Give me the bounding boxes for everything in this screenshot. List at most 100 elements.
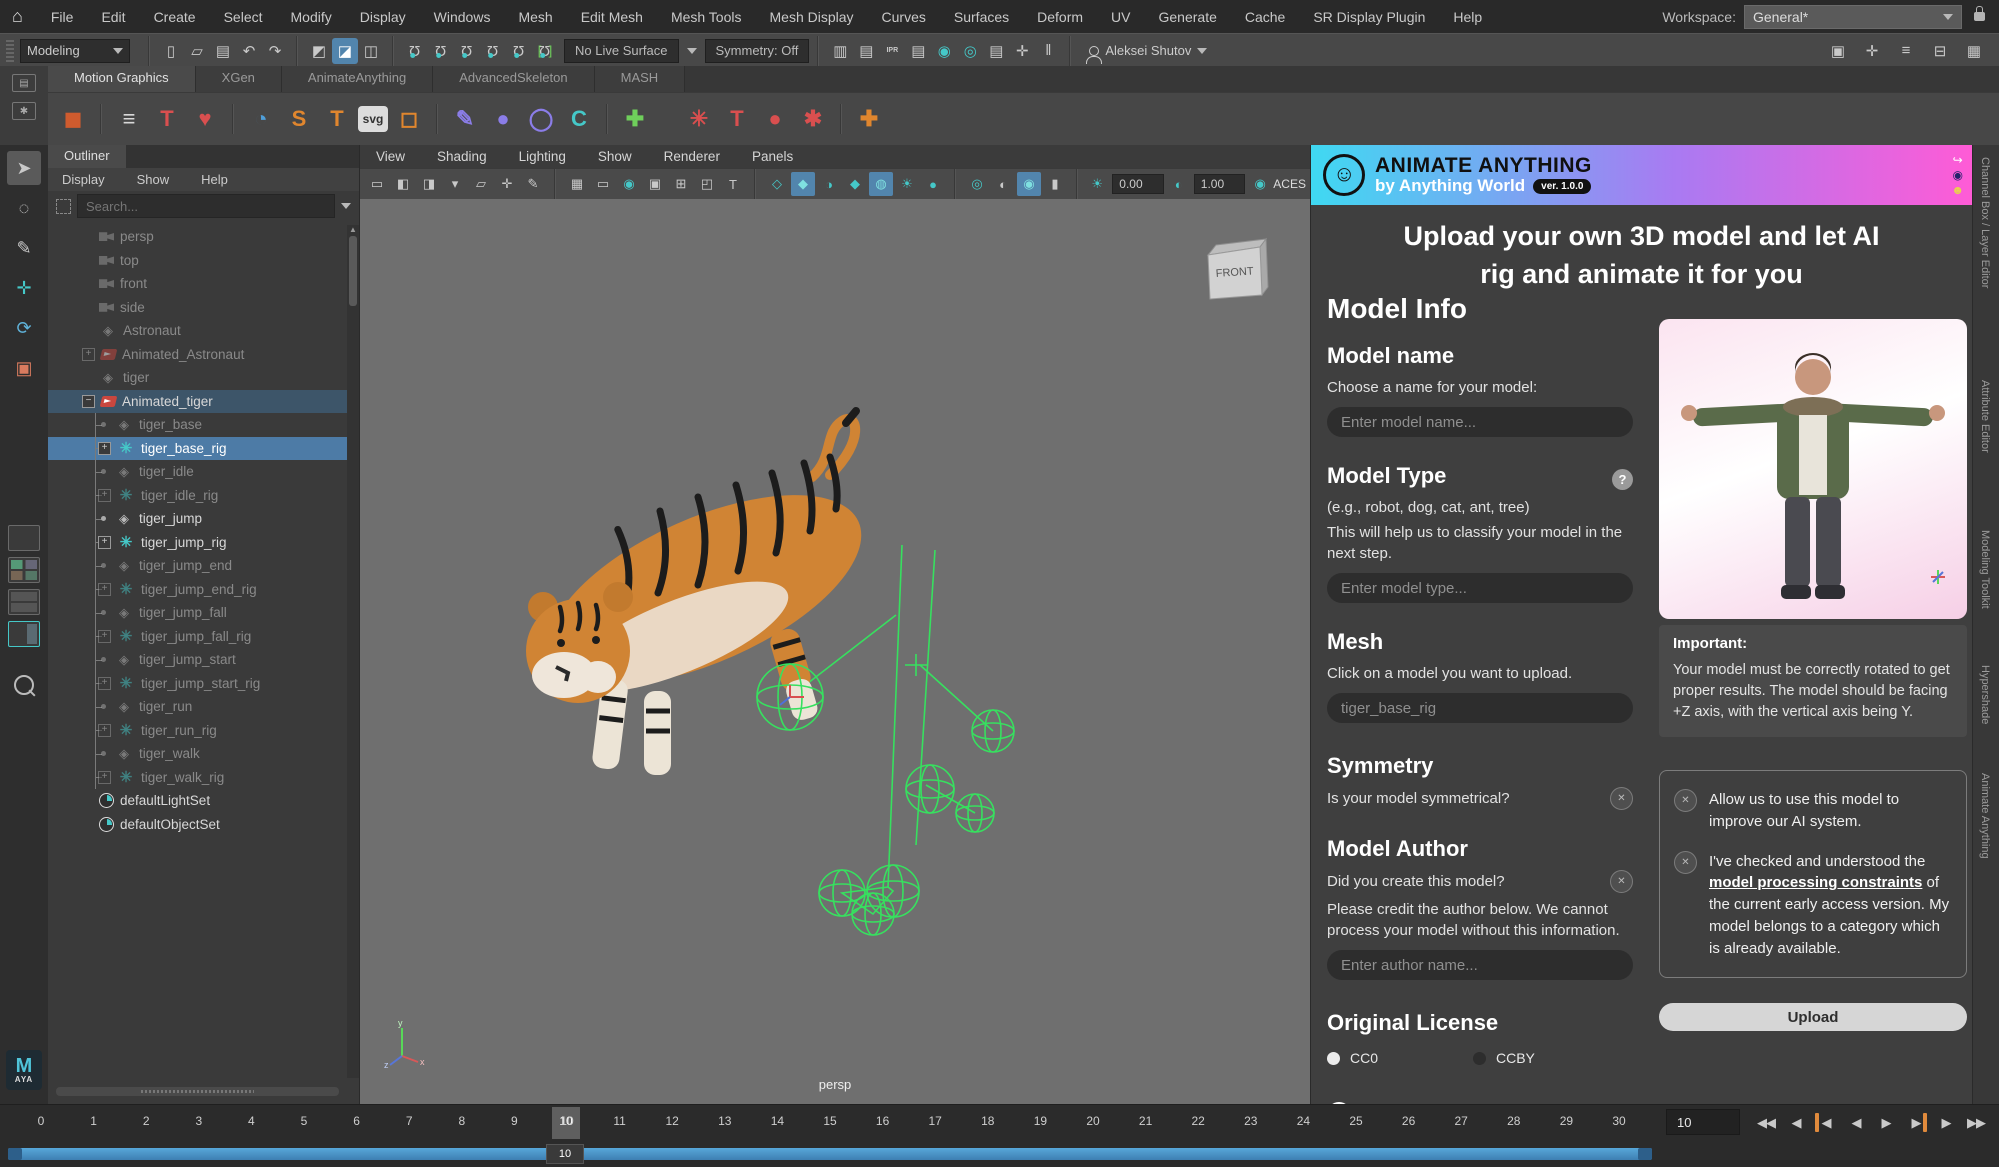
shelf-tab-advancedskeleton[interactable]: AdvancedSkeleton: [433, 66, 594, 92]
menu-set-dropdown[interactable]: Modeling: [20, 39, 130, 63]
frame-tick[interactable]: 26: [1394, 1114, 1424, 1128]
make-live-icon[interactable]: [Ω]: [532, 38, 558, 64]
menu-help[interactable]: Help: [1439, 9, 1496, 25]
field-chart-icon[interactable]: ⊞: [669, 172, 693, 196]
xray-icon[interactable]: ◐: [991, 172, 1015, 196]
frame-tick[interactable]: 30: [1604, 1114, 1634, 1128]
ipr-render-icon[interactable]: IPR: [879, 38, 905, 64]
shelf-tab-motion-graphics[interactable]: Motion Graphics: [48, 66, 196, 92]
go-to-end-button[interactable]: ▶▶: [1962, 1109, 1990, 1136]
snap-to-view-plane-icon[interactable]: Ω: [506, 38, 532, 64]
outliner-item-tiger-jump-fall[interactable]: ◈tiger_jump_fall: [48, 601, 347, 625]
outliner-tab[interactable]: Outliner: [48, 145, 126, 168]
frame-tick[interactable]: 5: [289, 1114, 319, 1128]
modeling-toolkit-toggle-icon[interactable]: ▣: [1825, 38, 1851, 64]
poly-remesh-icon[interactable]: ◻: [392, 102, 426, 136]
camera-lock-icon[interactable]: ◧: [391, 172, 415, 196]
paint-drop-icon[interactable]: ●: [486, 102, 520, 136]
outliner-menu-help[interactable]: Help: [187, 172, 242, 187]
expander-icon[interactable]: +: [98, 583, 111, 596]
outliner-item-tiger[interactable]: ◈tiger: [48, 366, 347, 390]
range-slider[interactable]: 10: [0, 1140, 1999, 1167]
frame-tick[interactable]: 22: [1183, 1114, 1213, 1128]
curve-warp-icon[interactable]: S: [282, 102, 316, 136]
select-component-icon[interactable]: ◫: [358, 38, 384, 64]
outliner-item-tiger-base[interactable]: ◈tiger_base: [48, 413, 347, 437]
shelf-tab-toggle-icon[interactable]: ▤: [12, 74, 36, 92]
frame-tick[interactable]: 23: [1236, 1114, 1266, 1128]
expander-icon[interactable]: +: [98, 630, 111, 643]
shelf-tab-xgen[interactable]: XGen: [196, 66, 282, 92]
grease-pencil-icon[interactable]: ✎: [521, 172, 545, 196]
render-current-frame-icon[interactable]: ▤: [853, 38, 879, 64]
world-icon[interactable]: ☻: [1951, 184, 1964, 196]
menu-sr-display-plugin[interactable]: SR Display Plugin: [1299, 9, 1439, 25]
gate-mask-icon[interactable]: ▣: [643, 172, 667, 196]
two-pane-layout-button[interactable]: [8, 589, 40, 615]
safe-action-icon[interactable]: ◰: [695, 172, 719, 196]
motion-blur-icon[interactable]: ▮: [1043, 172, 1067, 196]
workspace-dropdown[interactable]: General*: [1744, 5, 1962, 29]
open-scene-icon[interactable]: ▱: [184, 38, 210, 64]
scroll-up-icon[interactable]: ▲: [347, 225, 359, 234]
mash-waiter-icon[interactable]: ≡: [112, 102, 146, 136]
step-back-key-button[interactable]: ◀: [1812, 1109, 1840, 1136]
move-tool-button[interactable]: ✛: [7, 271, 41, 305]
viewport-menu-shading[interactable]: Shading: [421, 149, 503, 164]
camera-settings-icon[interactable]: ◨: [417, 172, 441, 196]
sidebar-tab-hypershade[interactable]: Hypershade: [1979, 665, 1991, 724]
snap-to-curve-icon[interactable]: Ω: [428, 38, 454, 64]
xgen-groom-icon[interactable]: T: [720, 102, 754, 136]
attribute-editor-toggle-icon[interactable]: ⊟: [1927, 38, 1953, 64]
license-option-cc0[interactable]: CC0: [1327, 1050, 1473, 1066]
sidebar-tab-channel-box-layer-editor[interactable]: Channel Box / Layer Editor: [1979, 157, 1991, 288]
four-pane-layout-button[interactable]: [8, 557, 40, 583]
time-slider[interactable]: 10 0123456789101112131415161718192021222…: [0, 1104, 1999, 1141]
mesh-input[interactable]: [1327, 693, 1633, 723]
redo-icon[interactable]: ↷: [262, 38, 288, 64]
paint-select-tool-button[interactable]: ✎: [7, 231, 41, 265]
exposure-field[interactable]: 0.00: [1112, 174, 1163, 194]
upload-button[interactable]: Upload: [1659, 1003, 1967, 1031]
resolution-gate-icon[interactable]: ◉: [617, 172, 641, 196]
image-plane-icon[interactable]: ▱: [469, 172, 493, 196]
new-scene-icon[interactable]: ▯: [158, 38, 184, 64]
toolbar-grip[interactable]: [6, 40, 14, 62]
xgen-interactive-groom-icon[interactable]: ✱: [796, 102, 830, 136]
current-frame-field[interactable]: 10: [1666, 1109, 1740, 1135]
author-name-input[interactable]: [1327, 950, 1633, 980]
outliner-menu-display[interactable]: Display: [48, 172, 119, 187]
outliner-item-tiger-idle[interactable]: ◈tiger_idle: [48, 460, 347, 484]
snap-to-grid-icon[interactable]: Ω: [402, 38, 428, 64]
character-controls-icon[interactable]: ✛: [1859, 38, 1885, 64]
go-to-start-button[interactable]: ◀◀: [1752, 1109, 1780, 1136]
frame-tick[interactable]: 17: [920, 1114, 950, 1128]
menu-uv[interactable]: UV: [1097, 9, 1144, 25]
range-slider-bar[interactable]: [8, 1148, 1652, 1160]
outliner-item-astronaut[interactable]: ◈Astronaut: [48, 319, 347, 343]
snap-to-projected-center-icon[interactable]: Ω: [480, 38, 506, 64]
model-name-input[interactable]: [1327, 407, 1633, 437]
expander-icon[interactable]: +: [98, 536, 111, 549]
help-icon[interactable]: ?: [1612, 469, 1633, 490]
outliner-item-tiger-jump-end-rig[interactable]: +✳tiger_jump_end_rig: [48, 578, 347, 602]
filter-icon[interactable]: [56, 199, 71, 214]
frame-tick[interactable]: 24: [1288, 1114, 1318, 1128]
frame-tick[interactable]: 14: [762, 1114, 792, 1128]
shelf-editor-icon[interactable]: ▦: [1961, 38, 1987, 64]
save-scene-icon[interactable]: ▤: [210, 38, 236, 64]
shaded-mode-icon[interactable]: ◆: [791, 172, 815, 196]
arc-curve-icon[interactable]: C: [562, 102, 596, 136]
home-icon[interactable]: ⌂: [12, 6, 23, 27]
sidebar-tab-attribute-editor[interactable]: Attribute Editor: [1979, 380, 1991, 453]
search-input[interactable]: [77, 194, 335, 218]
scrollbar-thumb[interactable]: [349, 236, 357, 306]
frame-tick[interactable]: 29: [1551, 1114, 1581, 1128]
frame-tick[interactable]: 3: [184, 1114, 214, 1128]
shadows-toggle-icon[interactable]: ●: [921, 172, 945, 196]
step-forward-key-button[interactable]: ▶: [1902, 1109, 1930, 1136]
paint-effects-to-polygons-icon[interactable]: ▤: [983, 38, 1009, 64]
menu-mesh-tools[interactable]: Mesh Tools: [657, 9, 756, 25]
frame-tick[interactable]: 7: [394, 1114, 424, 1128]
outliner-item-front[interactable]: front: [48, 272, 347, 296]
